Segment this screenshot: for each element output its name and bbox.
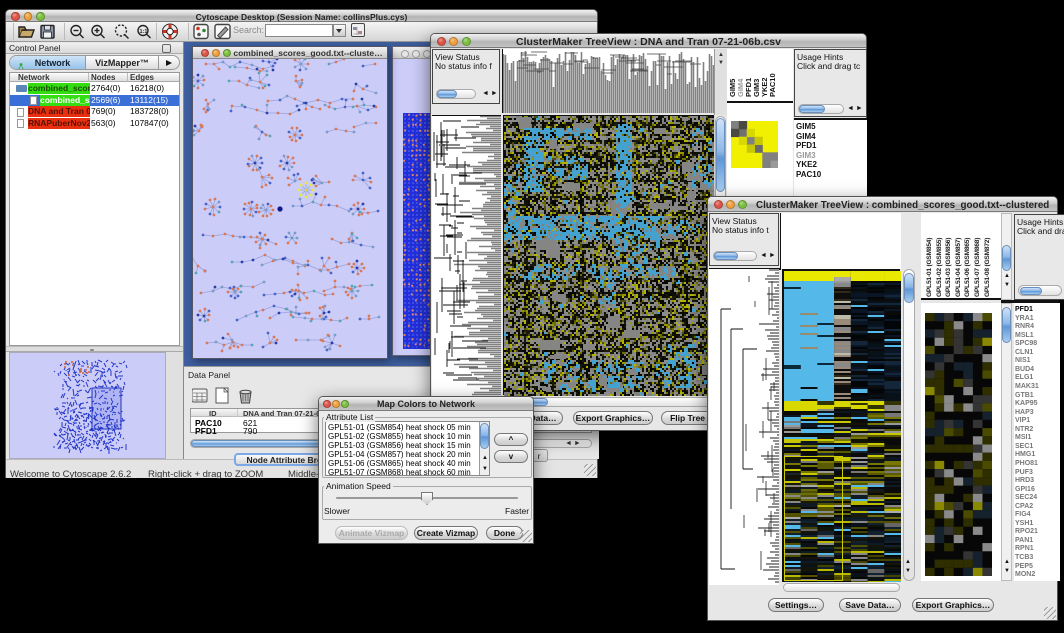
svg-text:1:1: 1:1 [140, 29, 148, 35]
